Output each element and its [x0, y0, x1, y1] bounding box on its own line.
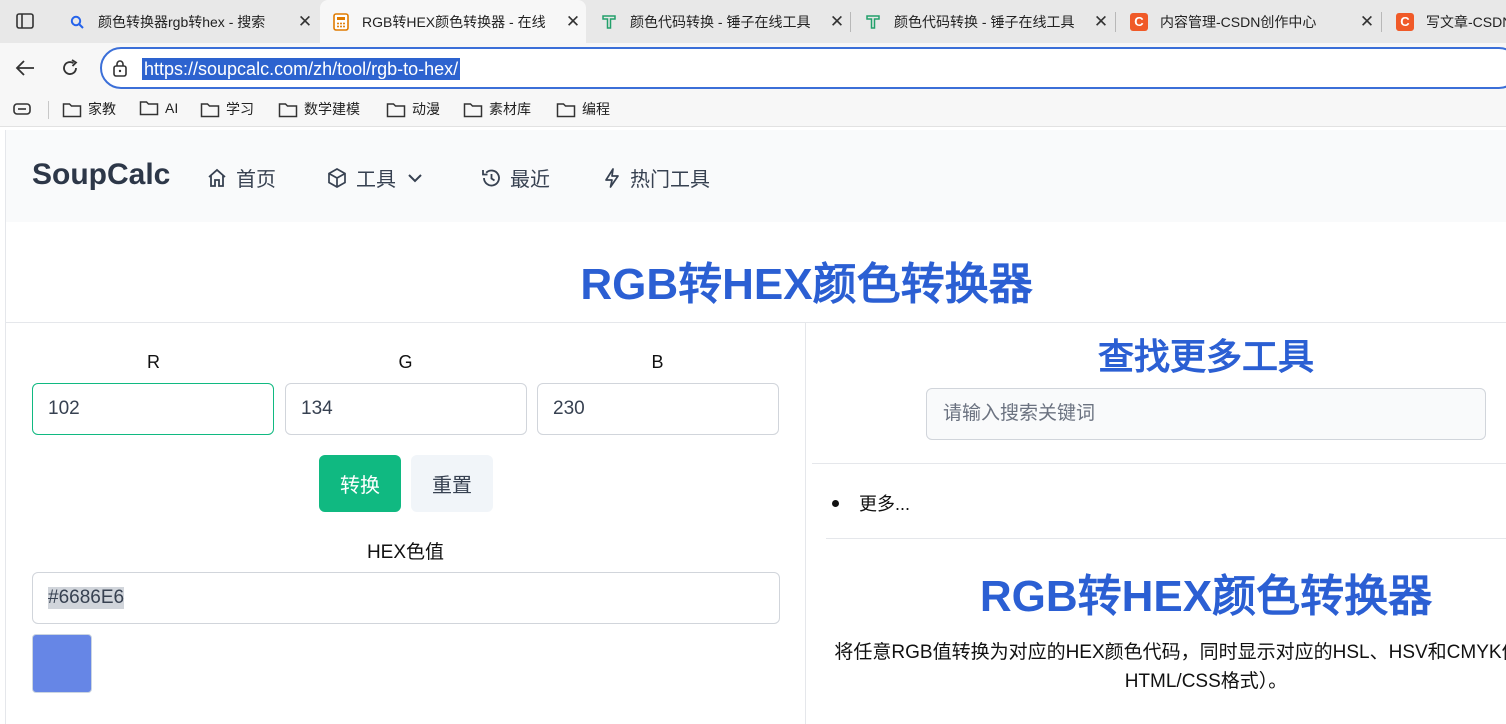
bookmark-label: 学习	[226, 101, 254, 117]
address-bar[interactable]: https://soupcalc.com/zh/tool/rgb-to-hex/	[100, 47, 1506, 89]
hex-value[interactable]: #6686E6	[48, 587, 125, 609]
bookmark-label: 数学建模	[304, 101, 360, 117]
r-label: R	[147, 352, 160, 372]
convert-button[interactable]: 转换	[319, 455, 401, 512]
column-divider	[805, 323, 806, 724]
back-arrow-icon[interactable]	[10, 53, 40, 83]
bookmark-folder[interactable]: 编程	[556, 99, 610, 119]
nav-recent[interactable]: 最近	[480, 163, 550, 192]
bullet-icon	[832, 499, 839, 507]
bolt-icon	[605, 167, 619, 188]
b-label: B	[651, 352, 664, 372]
tab-separator	[850, 12, 851, 32]
csdn-icon: C	[1396, 12, 1414, 31]
cube-icon	[328, 167, 346, 188]
divider	[6, 322, 1506, 323]
folder-icon	[139, 101, 159, 116]
reset-button[interactable]: 重置	[411, 455, 493, 512]
divider	[812, 463, 1506, 464]
tab-title: 颜色代码转换 - 锤子在线工具	[630, 13, 811, 30]
tab-title: 写文章-CSDN	[1426, 13, 1506, 30]
hammer-icon	[864, 13, 882, 31]
bookmark-folder[interactable]: 动漫	[386, 99, 440, 119]
tab-title: 颜色代码转换 - 锤子在线工具	[894, 13, 1075, 30]
bookmark-folder[interactable]: 素材库	[463, 99, 531, 119]
browser-tab-hammer-2[interactable]: 颜色代码转换 - 锤子在线工具 ✕	[852, 0, 1114, 43]
folder-icon	[386, 102, 406, 117]
web-page: SoupCalc 首页 工具 最近 热门工具 RGB转HEX颜色转换器 R G …	[5, 130, 1506, 724]
tab-title: 颜色转换器rgb转hex - 搜索	[98, 13, 266, 30]
page-title: RGB转HEX颜色转换器	[580, 260, 1033, 309]
home-icon	[208, 168, 226, 187]
nav-label: 首页	[236, 169, 276, 191]
bookmark-label: 编程	[582, 101, 610, 117]
hammer-icon	[600, 13, 618, 31]
divider	[826, 538, 1506, 539]
browser-tab-rgb-to-hex[interactable]: RGB转HEX颜色转换器 - 在线 ✕	[320, 0, 586, 43]
bookmark-separator	[48, 101, 49, 119]
search-icon	[68, 13, 86, 31]
reload-icon[interactable]	[55, 53, 85, 83]
color-swatch	[32, 634, 92, 693]
folder-icon	[556, 102, 576, 117]
lock-icon	[112, 59, 128, 82]
sidebar-title: 查找更多工具	[1097, 336, 1314, 377]
bookmark-label: 动漫	[412, 101, 440, 117]
more-tools-item[interactable]: 更多...	[832, 490, 910, 516]
close-icon[interactable]: ✕	[1354, 12, 1380, 32]
bookmark-folder[interactable]: AI	[139, 99, 178, 116]
site-logo[interactable]: SoupCalc	[32, 158, 170, 192]
g-label: G	[398, 352, 413, 372]
nav-label: 工具	[356, 169, 396, 191]
r-input[interactable]: 102	[32, 383, 274, 435]
tab-title: 内容管理-CSDN创作中心	[1160, 13, 1317, 30]
browser-tab-search[interactable]: 颜色转换器rgb转hex - 搜索 ✕	[56, 0, 318, 43]
folder-icon	[278, 102, 298, 117]
browser-tab-csdn-content[interactable]: C 内容管理-CSDN创作中心 ✕	[1118, 0, 1380, 43]
browser-toolbar: https://soupcalc.com/zh/tool/rgb-to-hex/	[0, 43, 1506, 93]
bookmark-label: AI	[165, 99, 179, 116]
hex-label: HEX色值	[366, 542, 445, 563]
history-icon	[482, 169, 500, 186]
calculator-icon	[332, 12, 350, 31]
folder-icon	[62, 102, 82, 117]
bookmark-label: 家教	[88, 101, 116, 117]
close-icon[interactable]: ✕	[824, 12, 850, 32]
bookmark-folder[interactable]: 家教	[62, 99, 116, 119]
nav-label: 最近	[510, 169, 550, 191]
bookmarks-bar: 家教 AI 学习 数学建模 动漫 素材库 编程	[0, 93, 1506, 127]
tab-separator	[1381, 12, 1382, 32]
close-icon[interactable]: ✕	[292, 12, 318, 32]
close-icon[interactable]: ✕	[560, 12, 586, 32]
more-link[interactable]: 更多...	[859, 490, 910, 516]
nav-home[interactable]: 首页	[206, 163, 276, 192]
bookmark-folder[interactable]: 数学建模	[278, 99, 360, 119]
sidebar-heading: RGB转HEX颜色转换器	[979, 572, 1433, 621]
close-icon[interactable]: ✕	[1088, 12, 1114, 32]
tool-search-input[interactable]: 请输入搜索关键词	[926, 388, 1486, 440]
tab-actions-icon[interactable]	[8, 8, 42, 34]
browser-tab-bar: 颜色转换器rgb转hex - 搜索 ✕ RGB转HEX颜色转换器 - 在线 ✕ …	[0, 0, 1506, 43]
csdn-icon: C	[1130, 12, 1148, 31]
b-input[interactable]: 230	[537, 383, 779, 435]
browser-tab-hammer-1[interactable]: 颜色代码转换 - 锤子在线工具 ✕	[588, 0, 850, 43]
url-text[interactable]: https://soupcalc.com/zh/tool/rgb-to-hex/	[142, 58, 461, 80]
folder-icon	[200, 102, 220, 117]
nav-hot-tools[interactable]: 热门工具	[602, 163, 710, 192]
bookmark-label: 素材库	[489, 101, 531, 117]
bookmark-folder[interactable]: 学习	[200, 99, 254, 119]
g-input[interactable]: 134	[285, 383, 527, 435]
sidebar-description: 将任意RGB值转换为对应的HEX颜色代码，同时显示对应的HSL、HSV和CMYK…	[834, 642, 1506, 692]
folder-icon	[463, 102, 483, 117]
nav-tools[interactable]: 工具	[326, 163, 432, 192]
site-header: SoupCalc 首页 工具 最近 热门工具	[6, 130, 1506, 222]
chevron-down-icon	[408, 173, 422, 182]
hex-output-field[interactable]: #6686E6	[32, 572, 780, 624]
bookmark-app-icon[interactable]	[12, 101, 32, 122]
tab-separator	[1115, 12, 1116, 32]
nav-label: 热门工具	[630, 169, 710, 191]
tab-title: RGB转HEX颜色转换器 - 在线	[362, 13, 546, 30]
browser-tab-csdn-write[interactable]: C 写文章-CSDN	[1384, 0, 1506, 43]
